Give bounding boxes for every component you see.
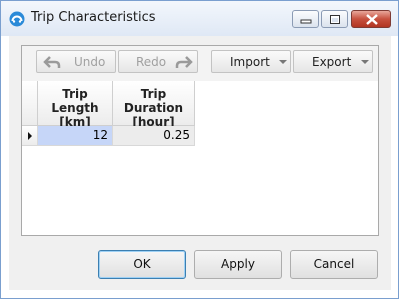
column-header-label: Trip Duration [123,87,184,115]
trip-grid-panel: Undo Redo Import Export Trip Length [km]… [21,45,379,236]
chevron-down-icon [279,60,287,64]
redo-button[interactable]: Redo [118,50,198,73]
redo-arrow-icon [175,56,193,68]
undo-arrow-icon [43,56,61,68]
chevron-down-icon [361,60,369,64]
title-bar[interactable]: Trip Characteristics [1,1,398,36]
import-button[interactable]: Import [211,50,291,73]
redo-label: Redo [136,55,167,69]
undo-button[interactable]: Undo [36,50,116,73]
row-selector[interactable] [22,126,38,146]
dialog-window: Trip Characteristics Undo Redo Import Ex… [0,0,399,299]
import-label: Import [230,55,270,69]
close-button[interactable] [351,10,391,28]
minimize-button[interactable] [292,10,319,28]
apply-button[interactable]: Apply [194,250,282,279]
export-label: Export [312,55,352,69]
maximize-icon [330,15,340,24]
export-button[interactable]: Export [293,50,373,73]
window-title: Trip Characteristics [31,10,156,25]
row-header-corner [22,81,38,126]
current-row-arrow-icon [28,132,32,140]
maximize-button[interactable] [321,10,348,28]
column-header-label: Trip Length [51,87,99,115]
cancel-button[interactable]: Cancel [290,250,378,279]
column-header-trip-length[interactable]: Trip Length [km] [38,81,113,129]
cell-trip-duration[interactable]: 0.25 [113,126,195,146]
undo-label: Undo [74,55,106,69]
close-icon [366,14,378,25]
minimize-icon [300,19,312,24]
cell-trip-length[interactable]: 12 [38,126,113,146]
dialog-client-area: Undo Redo Import Export Trip Length [km]… [9,36,391,290]
column-header-trip-duration[interactable]: Trip Duration [hour] [113,81,195,129]
app-icon [9,11,25,27]
ok-button[interactable]: OK [98,250,186,279]
grid-toolbar: Undo Redo Import Export [22,46,378,81]
